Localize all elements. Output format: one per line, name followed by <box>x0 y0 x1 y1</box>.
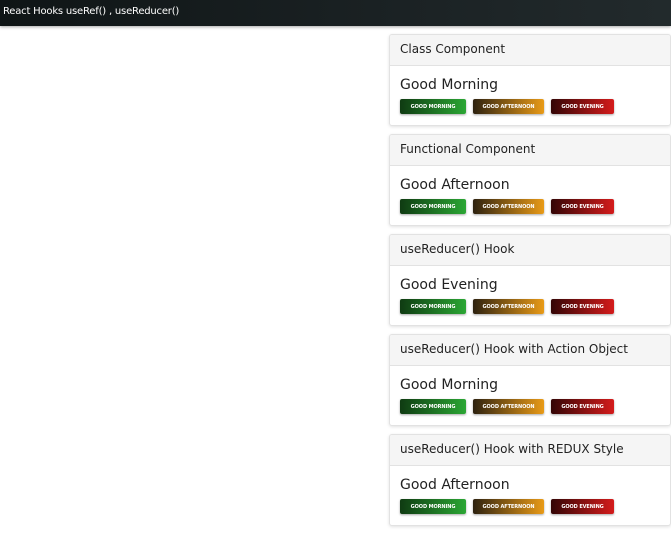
card-header: useReducer() Hook with Action Object <box>390 335 670 366</box>
good-morning-button[interactable]: GOOD MORNING <box>400 499 466 514</box>
good-morning-button[interactable]: GOOD MORNING <box>400 299 466 314</box>
button-row: GOOD MORNING GOOD AFTERNOON GOOD EVENING <box>400 299 670 314</box>
card-header: Functional Component <box>390 135 670 166</box>
card-functional-component: Functional Component Good Afternoon GOOD… <box>389 134 671 226</box>
good-evening-button[interactable]: GOOD EVENING <box>551 199 614 214</box>
good-morning-button[interactable]: GOOD MORNING <box>400 199 466 214</box>
app-header: React Hooks useRef() , useReducer() <box>0 0 671 26</box>
greeting-text: Good Afternoon <box>400 177 510 193</box>
card-class-component: Class Component Good Morning GOOD MORNIN… <box>389 34 671 126</box>
good-afternoon-button[interactable]: GOOD AFTERNOON <box>473 99 544 114</box>
card-header: useReducer() Hook with REDUX Style <box>390 435 670 466</box>
greeting-text: Good Afternoon <box>400 477 510 493</box>
card-body: Good Morning GOOD MORNING GOOD AFTERNOON… <box>390 66 670 114</box>
app-title: React Hooks useRef() , useReducer() <box>3 6 180 17</box>
card-body: Good Afternoon GOOD MORNING GOOD AFTERNO… <box>390 166 670 214</box>
good-morning-button[interactable]: GOOD MORNING <box>400 99 466 114</box>
button-row: GOOD MORNING GOOD AFTERNOON GOOD EVENING <box>400 99 670 114</box>
card-usereducer-action-object: useReducer() Hook with Action Object Goo… <box>389 334 671 426</box>
card-body: Good Evening GOOD MORNING GOOD AFTERNOON… <box>390 266 670 314</box>
greeting-text: Good Morning <box>400 377 498 393</box>
good-evening-button[interactable]: GOOD EVENING <box>551 99 614 114</box>
good-morning-button[interactable]: GOOD MORNING <box>400 399 466 414</box>
button-row: GOOD MORNING GOOD AFTERNOON GOOD EVENING <box>400 499 670 514</box>
card-header: useReducer() Hook <box>390 235 670 266</box>
good-afternoon-button[interactable]: GOOD AFTERNOON <box>473 299 544 314</box>
card-header: Class Component <box>390 35 670 66</box>
button-row: GOOD MORNING GOOD AFTERNOON GOOD EVENING <box>400 199 670 214</box>
card-body: Good Morning GOOD MORNING GOOD AFTERNOON… <box>390 366 670 414</box>
card-usereducer-redux-style: useReducer() Hook with REDUX Style Good … <box>389 434 671 526</box>
button-row: GOOD MORNING GOOD AFTERNOON GOOD EVENING <box>400 399 670 414</box>
good-evening-button[interactable]: GOOD EVENING <box>551 499 614 514</box>
greeting-text: Good Morning <box>400 77 498 93</box>
card-body: Good Afternoon GOOD MORNING GOOD AFTERNO… <box>390 466 670 514</box>
good-afternoon-button[interactable]: GOOD AFTERNOON <box>473 499 544 514</box>
good-afternoon-button[interactable]: GOOD AFTERNOON <box>473 399 544 414</box>
good-evening-button[interactable]: GOOD EVENING <box>551 299 614 314</box>
good-afternoon-button[interactable]: GOOD AFTERNOON <box>473 199 544 214</box>
card-usereducer-hook: useReducer() Hook Good Evening GOOD MORN… <box>389 234 671 326</box>
card-list: Class Component Good Morning GOOD MORNIN… <box>389 34 671 534</box>
good-evening-button[interactable]: GOOD EVENING <box>551 399 614 414</box>
greeting-text: Good Evening <box>400 277 498 293</box>
